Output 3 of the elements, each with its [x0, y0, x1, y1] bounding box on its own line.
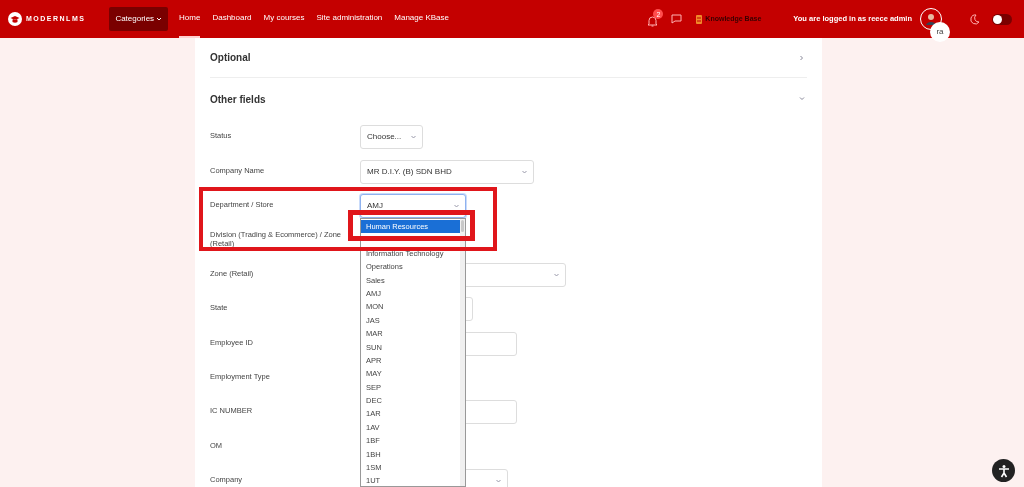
section-title: Optional [210, 51, 251, 65]
section-title: Other fields [210, 92, 266, 107]
avatar-initials: ra [930, 22, 950, 42]
